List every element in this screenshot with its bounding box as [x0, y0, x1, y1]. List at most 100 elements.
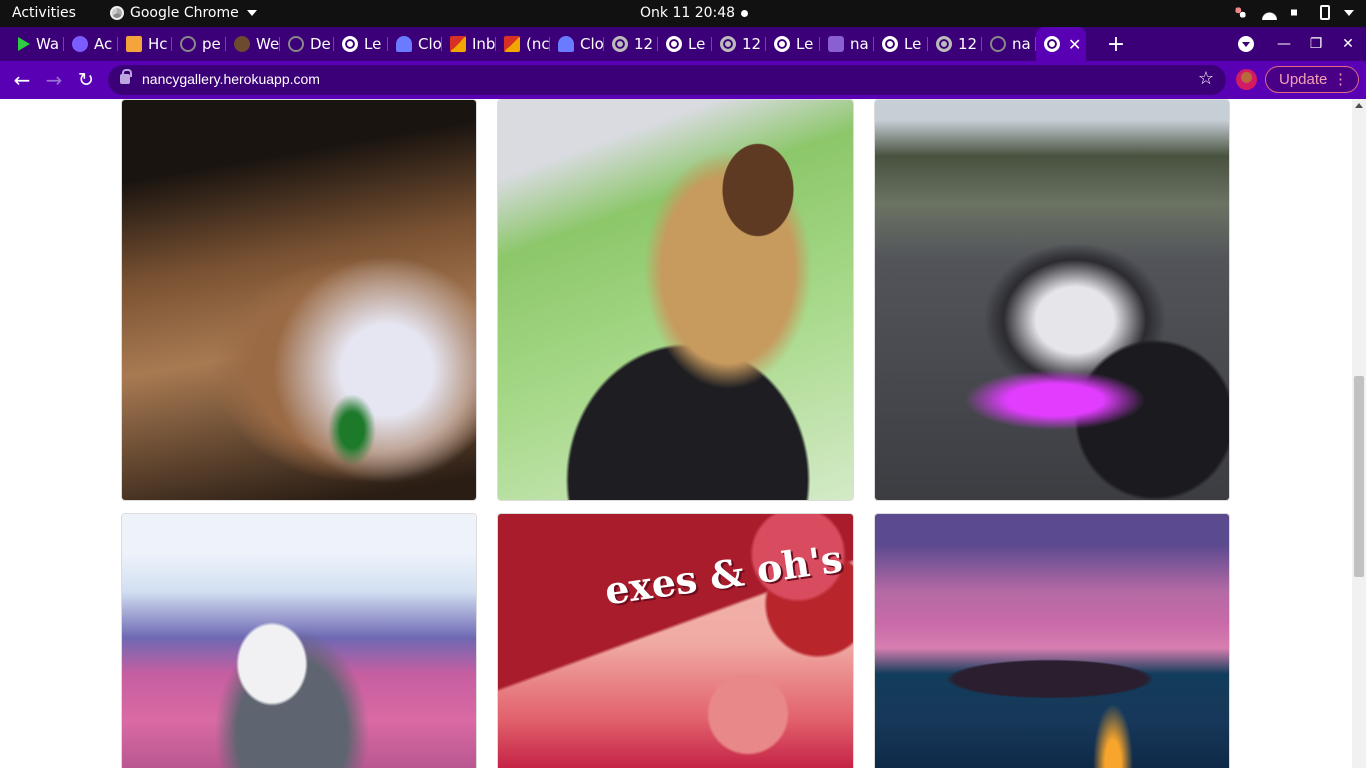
tab-13[interactable]: 12: [712, 27, 766, 61]
gallery-card[interactable]: [497, 99, 854, 501]
tab-3[interactable]: pe: [172, 27, 226, 61]
notification-dot-icon: [741, 10, 748, 17]
update-button[interactable]: Update ⋮: [1265, 66, 1359, 93]
close-window-button[interactable]: ✕: [1332, 27, 1364, 61]
tab-2[interactable]: Hc: [118, 27, 172, 61]
husky-photo: [122, 514, 476, 768]
bookmark-star-icon[interactable]: ☆: [1198, 68, 1214, 89]
globe-icon: [342, 36, 358, 52]
gmail-icon: [504, 36, 520, 52]
tab-0[interactable]: Wa: [10, 27, 64, 61]
maximize-button[interactable]: ❐: [1300, 27, 1332, 61]
battery-icon[interactable]: [1320, 5, 1330, 20]
tab-title: na: [850, 35, 869, 53]
activities-button[interactable]: Activities: [12, 5, 76, 21]
back-button[interactable]: ←: [8, 66, 36, 94]
sunset-villas-photo: [875, 514, 1229, 768]
tab-10[interactable]: Clo: [550, 27, 604, 61]
tab-title: Ac: [94, 35, 113, 53]
globe-icon: [936, 36, 952, 52]
minimize-button[interactable]: —: [1268, 27, 1300, 61]
tab-7[interactable]: Clo: [388, 27, 442, 61]
jewelry-photo: [122, 100, 476, 500]
cloud-icon: [396, 36, 412, 52]
tab-active[interactable]: ✕: [1036, 27, 1086, 61]
purple-circle-icon: [72, 36, 88, 52]
app-menu[interactable]: Google Chrome: [110, 5, 257, 21]
arrow-right-icon: →: [45, 68, 63, 92]
tab-5[interactable]: De: [280, 27, 334, 61]
wifi-icon[interactable]: [1262, 5, 1277, 20]
github-icon: [288, 36, 304, 52]
url-text[interactable]: nancygallery.herokuapp.com: [142, 71, 320, 87]
tab-strip: Wa Ac Hc pe We De Le Clo Inb (nc Clo 12 Le 12 Le na Le 12…: [0, 27, 1366, 61]
scroll-up-arrow[interactable]: [1355, 103, 1363, 108]
tab-title: Hc: [148, 35, 168, 53]
profile-avatar[interactable]: [1236, 69, 1257, 90]
tab-title: Clo: [580, 35, 604, 53]
forward-button[interactable]: →: [40, 66, 68, 94]
scrollbar-thumb[interactable]: [1354, 376, 1364, 577]
tab-16[interactable]: Le: [874, 27, 928, 61]
globe-icon: [720, 36, 736, 52]
new-tab-button[interactable]: +: [1106, 32, 1126, 57]
tab-title: 12: [958, 35, 978, 53]
tab-18[interactable]: na: [982, 27, 1036, 61]
menu-dots-icon[interactable]: ⋮: [1333, 67, 1348, 92]
extension-tray-icon[interactable]: [1233, 5, 1248, 20]
tab-9[interactable]: (nc: [496, 27, 550, 61]
gallery-card[interactable]: exes & oh's: [497, 513, 854, 768]
gallery-card[interactable]: [874, 513, 1230, 768]
gallery-card[interactable]: [121, 513, 477, 768]
tab-title: pe: [202, 35, 221, 53]
cloud-icon: [558, 36, 574, 52]
address-bar[interactable]: nancygallery.herokuapp.com ☆: [108, 65, 1226, 95]
selfie-photo: [498, 100, 853, 500]
close-tab-icon[interactable]: ✕: [1068, 35, 1081, 54]
tab-title: Le: [688, 35, 706, 53]
github-icon: [990, 36, 1006, 52]
tab-search-icon: [1238, 36, 1254, 52]
tab-search-button[interactable]: [1230, 27, 1262, 61]
lock-icon[interactable]: [120, 69, 132, 84]
clock[interactable]: Onk 11 20:48: [640, 5, 735, 21]
tab-14[interactable]: Le: [766, 27, 820, 61]
tab-15[interactable]: na: [820, 27, 874, 61]
github-icon: [180, 36, 196, 52]
makeup-photo: exes & oh's: [498, 514, 853, 768]
tab-title: na: [1012, 35, 1031, 53]
reload-button[interactable]: ↻: [72, 66, 100, 94]
scrollbar-track[interactable]: [1352, 99, 1366, 768]
reload-icon: ↻: [78, 69, 94, 91]
system-menu-chevron-icon[interactable]: [1344, 9, 1354, 16]
gallery-card[interactable]: [874, 99, 1230, 501]
tab-title: Inb: [472, 35, 496, 53]
chevron-down-icon: [246, 10, 257, 16]
tab-title: Le: [796, 35, 814, 53]
palette-text: exes & oh's: [601, 535, 846, 614]
globe-icon: [774, 36, 790, 52]
globe-icon: [666, 36, 682, 52]
tab-title: Clo: [418, 35, 442, 53]
gmail-icon: [450, 36, 466, 52]
tab-11[interactable]: 12: [604, 27, 658, 61]
system-tray[interactable]: [1233, 5, 1354, 20]
tab-12[interactable]: Le: [658, 27, 712, 61]
tree-icon: [234, 36, 250, 52]
play-icon: [18, 37, 30, 51]
gallery-card[interactable]: [121, 99, 477, 501]
globe-icon: [882, 36, 898, 52]
tab-8[interactable]: Inb: [442, 27, 496, 61]
tab-1[interactable]: Ac: [64, 27, 118, 61]
tab-title: Le: [364, 35, 382, 53]
system-top-bar: Activities Google Chrome Onk 11 20:48: [0, 0, 1366, 27]
heroku-icon: [828, 36, 844, 52]
tab-title: Le: [904, 35, 922, 53]
tab-title: (nc: [526, 35, 550, 53]
tab-title: 12: [742, 35, 762, 53]
tab-17[interactable]: 12: [928, 27, 982, 61]
tab-4[interactable]: We: [226, 27, 280, 61]
tab-6[interactable]: Le: [334, 27, 388, 61]
volume-icon[interactable]: [1291, 5, 1303, 20]
update-label: Update: [1279, 71, 1328, 88]
